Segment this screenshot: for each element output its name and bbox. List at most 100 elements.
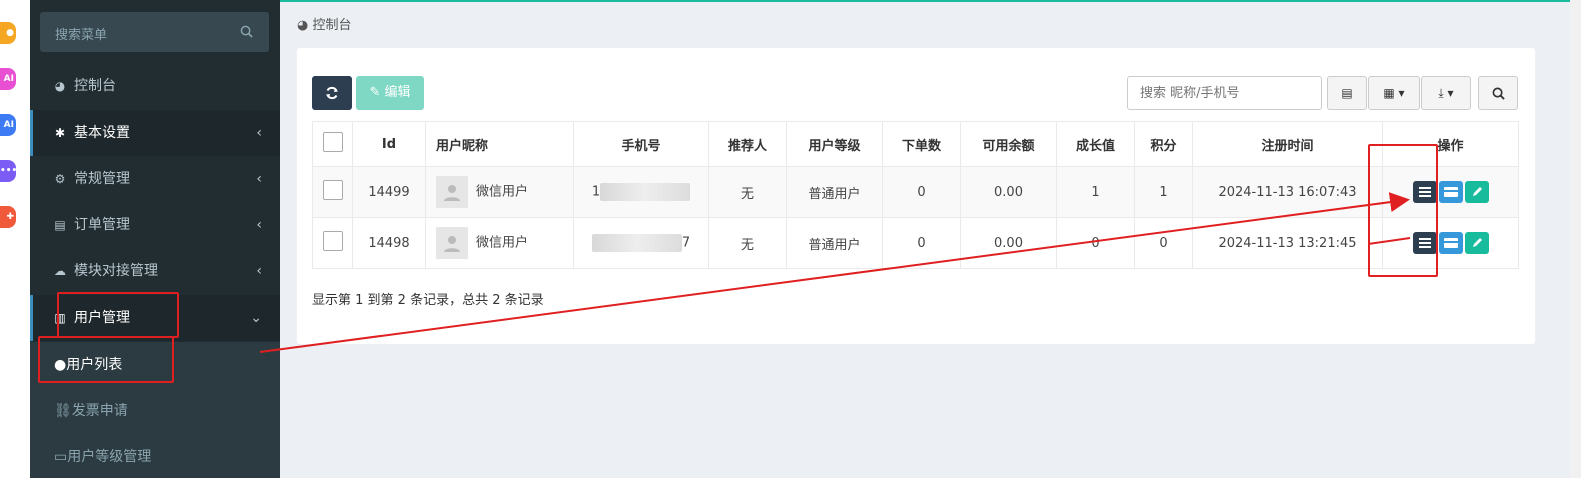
export-dropdown-button[interactable]: ⤓ ▾: [1421, 76, 1471, 110]
robot-app-icon[interactable]: ● ●: [0, 22, 16, 44]
row-select-cell: [312, 217, 353, 269]
export-icon: ⤓ ▾: [1438, 86, 1454, 100]
menu-search-placeholder: 搜索菜单: [55, 28, 108, 43]
edit-button-label: 编辑: [384, 85, 411, 100]
columns-dropdown-button[interactable]: ▦ ▾: [1368, 76, 1420, 110]
nickname-cell: 微信用户: [425, 166, 574, 218]
gear-icon: ✱: [54, 126, 66, 140]
list-view-icon: ▤: [1341, 86, 1353, 100]
nickname-text: 微信用户: [476, 184, 529, 200]
sidebar-item-label: 常规管理: [74, 171, 130, 187]
orders-cell: 0: [882, 217, 961, 269]
table-header-row: Id 用户昵称 手机号 推荐人 用户等级 下单数 可用余额 成长值 积分 注册时…: [312, 121, 1519, 167]
column-header[interactable]: 用户等级: [786, 121, 883, 167]
pencil-icon: [1472, 238, 1482, 247]
column-header[interactable]: 推荐人: [708, 121, 787, 167]
sidebar-item-general[interactable]: ⚙ 常规管理 ‹: [30, 156, 280, 202]
card-button[interactable]: [1438, 232, 1463, 254]
chevron-left-icon: ‹: [256, 171, 262, 187]
credit-card-icon: [1443, 187, 1458, 197]
grid-icon: ▦ ▾: [1383, 86, 1405, 100]
id-cell: 14498: [352, 217, 426, 269]
game-app-icon[interactable]: ✚: [0, 206, 16, 228]
sidebar-item-basic-settings[interactable]: ✱ 基本设置 ‹: [30, 110, 280, 156]
breadcrumb[interactable]: ◕ 控制台: [297, 14, 352, 33]
breadcrumb-label: 控制台: [312, 18, 352, 33]
id-card-icon: ▭: [54, 449, 68, 465]
points-cell: 0: [1134, 217, 1193, 269]
row-checkbox[interactable]: [322, 231, 343, 251]
menu-search-input[interactable]: 搜索菜单: [40, 12, 269, 52]
ai-app-icon-blue[interactable]: AI: [0, 114, 16, 136]
sidebar-item-orders[interactable]: ▤ 订单管理 ‹: [30, 202, 280, 248]
column-header[interactable]: 成长值: [1056, 121, 1135, 167]
annotation-box-detail-buttons: [1368, 144, 1438, 277]
annotation-box-user-management: [57, 292, 179, 338]
column-header[interactable]: Id: [352, 121, 426, 167]
phone-redaction: [591, 234, 682, 252]
balance-cell: 0.00: [960, 217, 1057, 269]
toggle-view-button[interactable]: ▤: [1327, 76, 1367, 110]
sidebar-item-dashboard[interactable]: ◕ 控制台: [30, 63, 280, 109]
column-header[interactable]: 下单数: [882, 121, 961, 167]
chevron-left-icon: ‹: [256, 125, 262, 141]
chevron-left-icon: ‹: [256, 263, 262, 279]
growth-cell: 0: [1056, 217, 1135, 269]
orders-cell: 0: [882, 166, 961, 218]
annotation-box-user-list: [38, 336, 174, 383]
referrer-cell: 无: [708, 217, 787, 269]
table-row[interactable]: 14499 微信用户 1 无 普通用户 0 0.00 1 1 2024-11-1…: [312, 166, 1519, 218]
column-header[interactable]: 注册时间: [1192, 121, 1383, 167]
column-header[interactable]: 可用余额: [960, 121, 1057, 167]
phone-visible-char: 7: [681, 235, 691, 251]
ai-app-icon[interactable]: AI: [0, 68, 16, 90]
row-edit-button[interactable]: [1464, 181, 1489, 203]
phone-visible-char: 1: [591, 184, 601, 200]
sidebar-item-label: 订单管理: [74, 217, 130, 233]
row-edit-button[interactable]: [1464, 232, 1489, 254]
chevron-left-icon: ‹: [256, 217, 262, 233]
select-all-checkbox[interactable]: [322, 132, 343, 152]
sidebar-subitem-invoice[interactable]: ⛓发票申请: [30, 388, 280, 434]
chevron-down-icon: ⌄: [250, 310, 262, 326]
refresh-icon: [326, 86, 338, 99]
app-icon-strip: ● ● AI AI ••• ✚: [0, 0, 30, 478]
phone-cell: 7: [573, 217, 709, 269]
dashboard-icon: ◕: [297, 18, 309, 33]
sidebar-item-label: 基本设置: [74, 125, 130, 141]
phone-cell: 1: [573, 166, 709, 218]
sidebar-item-module-integration[interactable]: ☁ 模块对接管理 ‹: [30, 248, 280, 294]
user-table: Id 用户昵称 手机号 推荐人 用户等级 下单数 可用余额 成长值 积分 注册时…: [312, 121, 1519, 269]
sidebar-subitem-user-level[interactable]: ▭用户等级管理: [30, 434, 280, 478]
select-all-cell: [312, 121, 353, 167]
advanced-search-button[interactable]: [1478, 76, 1518, 110]
scrollbar[interactable]: [1570, 0, 1581, 478]
column-header[interactable]: 手机号: [573, 121, 709, 167]
cloud-icon: ☁: [54, 264, 66, 278]
book-icon: ▤: [54, 218, 66, 232]
nickname-text: 微信用户: [476, 235, 529, 251]
registered-cell: 2024-11-13 13:21:45: [1192, 217, 1383, 269]
top-accent-line: [280, 0, 1570, 2]
sidebar-item-label: 控制台: [74, 78, 116, 94]
level-cell: 普通用户: [786, 217, 883, 269]
pencil-icon: ✎: [369, 85, 381, 100]
sidebar-subitem-label: 用户等级管理: [67, 449, 152, 465]
card-button[interactable]: [1438, 181, 1463, 203]
search-icon[interactable]: [240, 25, 253, 38]
refresh-button[interactable]: [312, 76, 352, 110]
balance-cell: 0.00: [960, 166, 1057, 218]
edit-button[interactable]: ✎ 编辑: [356, 76, 424, 110]
column-header[interactable]: 积分: [1134, 121, 1193, 167]
avatar: [436, 176, 468, 208]
row-checkbox[interactable]: [322, 180, 343, 200]
search-icon: [1492, 87, 1505, 100]
table-search-input[interactable]: [1127, 76, 1322, 110]
pencil-icon: [1472, 187, 1482, 196]
sidebar-item-label: 模块对接管理: [74, 263, 158, 279]
chat-app-icon[interactable]: •••: [0, 160, 16, 182]
table-row[interactable]: 14498 微信用户 7 无 普通用户 0 0.00 0 0 2024-11-1…: [312, 217, 1519, 269]
column-header[interactable]: 用户昵称: [425, 121, 574, 167]
level-cell: 普通用户: [786, 166, 883, 218]
avatar: [436, 227, 468, 259]
